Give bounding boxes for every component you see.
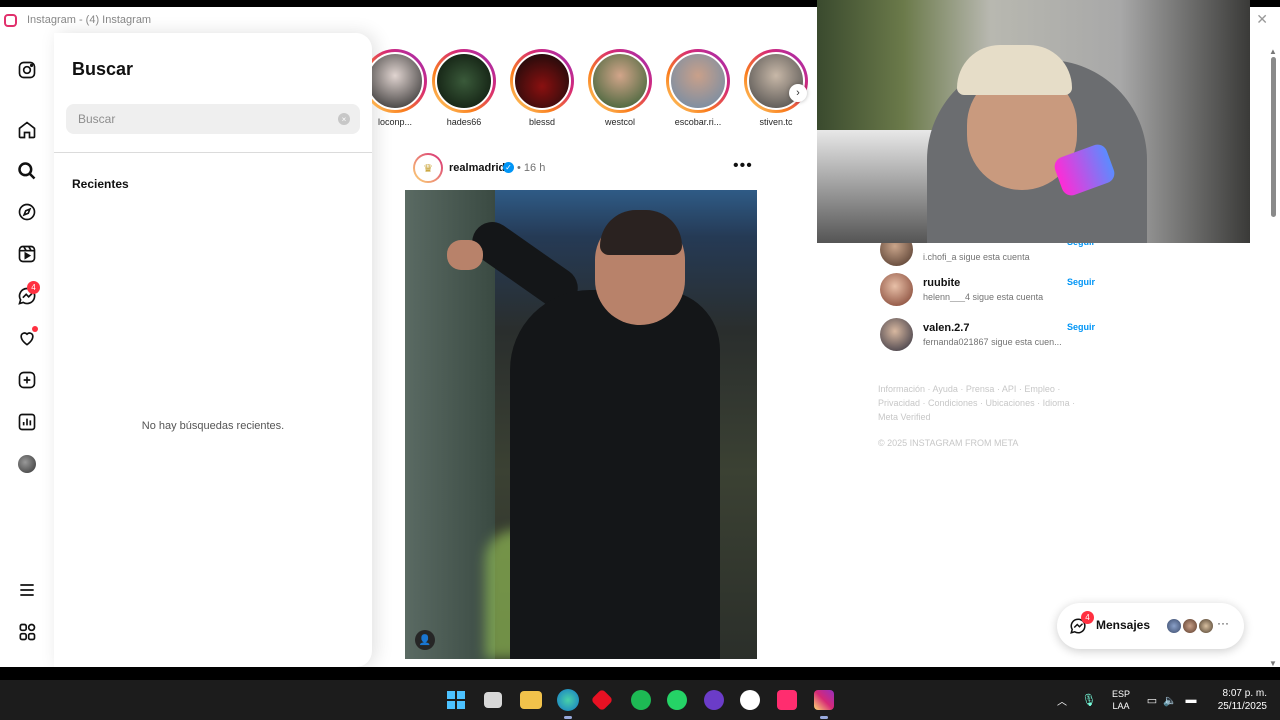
windows-taskbar: ︿ 🎙 ESP LAA ▭ 🔈 ▬ 8:07 p. m. 25/11/2025 [0,680,1280,720]
post-time: • 16 h [517,162,546,174]
avatar [1197,617,1215,635]
edge-browser-icon[interactable] [557,689,579,711]
story-item[interactable]: blessd [507,49,577,127]
chevron-up-icon[interactable]: ︿ [1052,690,1072,710]
messages-button[interactable]: 4 Mensajes ··· [1057,603,1244,649]
dashboard-icon[interactable] [14,409,40,435]
meta-apps-icon[interactable] [14,619,40,645]
app-icon-purple[interactable] [704,690,724,710]
obs-icon[interactable] [740,690,760,710]
stories-next-button[interactable]: › [789,84,807,102]
windows-start-icon[interactable] [446,690,466,710]
more-icon: ··· [1217,616,1229,630]
tiktok-icon[interactable] [777,690,797,710]
battery-icon[interactable]: ▬ [1181,690,1201,710]
story-username: escobar.ri... [674,117,722,127]
divider [54,152,372,153]
instagram-app-icon [4,13,17,27]
webcam-overlay [817,0,1250,243]
window-title: Instagram - (4) Instagram [27,14,152,26]
search-panel: Buscar × Recientes No hay búsquedas reci… [54,33,372,667]
explore-compass-icon[interactable] [14,199,40,225]
story-username: blessd [528,117,555,127]
story-username: westcol [604,117,635,127]
network-icon[interactable]: ▭ [1142,690,1162,710]
suggestion-subtitle: i.chofi_a sigue esta cuenta [923,252,1030,262]
file-explorer-icon[interactable] [520,691,542,709]
post-username[interactable]: realmadrid [449,162,505,174]
story-item[interactable]: escobar.ri... [663,49,733,127]
stories-tray: loconp... hades66 blessd westcol escobar… [372,49,817,145]
app-icon-red[interactable] [590,688,614,712]
search-panel-title: Buscar [72,59,134,79]
story-username: hades66 [446,117,482,127]
verified-badge-icon: ✓ [503,162,514,173]
sidebar-nav: 4 [0,33,54,667]
below-window-strip [0,667,1280,680]
footer-links[interactable]: Información · Ayuda · Prensa · API · Emp… [878,382,1078,424]
whatsapp-icon[interactable] [667,690,687,710]
spotify-icon[interactable] [631,690,651,710]
messages-badge: 4 [1081,611,1094,624]
suggestion-avatar[interactable] [880,318,913,351]
language-indicator[interactable]: ESP LAA [1110,688,1132,712]
menu-icon[interactable] [14,577,40,603]
page-scrollbar[interactable]: ▲ ▼ [1268,47,1278,668]
follow-button[interactable]: Seguir [1067,322,1095,332]
story-item[interactable]: loconp... [372,49,430,127]
post-author-avatar[interactable]: ♛ [413,153,443,183]
notifications-heart-icon[interactable] [14,325,40,351]
home-icon[interactable] [14,117,40,143]
scrollbar-thumb[interactable] [1271,57,1276,217]
follow-button[interactable]: Seguir [1067,277,1095,287]
instagram-logo-icon[interactable] [14,57,40,83]
task-view-icon[interactable] [484,692,502,708]
post-header: ♛ realmadrid ✓ • 16 h ••• [413,153,757,183]
messenger-icon[interactable]: 4 [14,281,40,309]
suggestion-avatar[interactable] [880,273,913,306]
instagram-taskbar-icon[interactable] [814,690,834,710]
story-item[interactable]: hades66 [429,49,499,127]
microphone-icon[interactable]: 🎙 [1079,690,1099,710]
search-icon[interactable] [14,158,40,184]
notification-dot [32,326,38,332]
search-input[interactable] [66,104,360,134]
close-icon[interactable]: ✕ [1256,11,1268,28]
create-plus-icon[interactable] [14,367,40,393]
no-recent-searches-text: No hay búsquedas recientes. [141,420,285,432]
suggestion-subtitle: fernanda021867 sigue esta cuen... [923,337,1062,347]
post-image[interactable]: 👤 [405,190,757,659]
reels-icon[interactable] [14,241,40,267]
story-username: stiven.tc [759,117,793,127]
recent-searches-heading: Recientes [72,177,129,191]
story-item[interactable]: westcol [585,49,655,127]
user-tag-icon[interactable]: 👤 [415,630,435,650]
messages-badge: 4 [27,281,40,294]
copyright-text: © 2025 INSTAGRAM FROM META [878,438,1019,448]
story-username: loconp... [377,117,413,127]
suggestion-username[interactable]: ruubite [923,277,960,289]
clock[interactable]: 8:07 p. m. 25/11/2025 [1205,687,1267,713]
messages-label: Mensajes [1096,618,1151,632]
suggestion-subtitle: helenn___4 sigue esta cuenta [923,292,1044,302]
suggestion-username[interactable]: valen.2.7 [923,322,969,334]
clear-search-icon[interactable]: × [338,113,350,125]
post-more-options-button[interactable]: ••• [733,157,753,175]
profile-avatar[interactable] [14,451,40,477]
volume-icon[interactable]: 🔈 [1160,690,1180,710]
